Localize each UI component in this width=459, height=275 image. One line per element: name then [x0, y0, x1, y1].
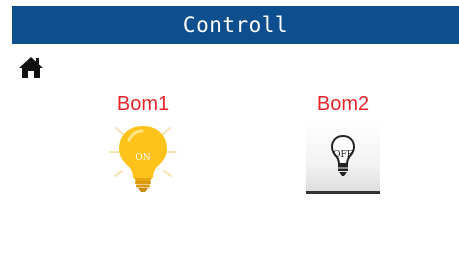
device-label: Bom1 — [116, 93, 170, 115]
page-title: Controll — [182, 13, 289, 37]
bulb-state-text: OFF — [333, 150, 353, 160]
device-bom2[interactable]: Bom2 OFF — [293, 92, 393, 194]
device-bom1[interactable]: Bom1 ON — [93, 92, 193, 194]
home-icon — [19, 57, 43, 78]
home-button[interactable] — [18, 55, 44, 79]
bulb-off-toggle[interactable]: OFF — [306, 120, 380, 194]
bulb-on-toggle[interactable]: ON — [106, 120, 180, 194]
title-bar: Controll — [12, 6, 459, 44]
bulb-state-text: ON — [135, 153, 151, 163]
device-label: Bom2 — [316, 93, 370, 115]
